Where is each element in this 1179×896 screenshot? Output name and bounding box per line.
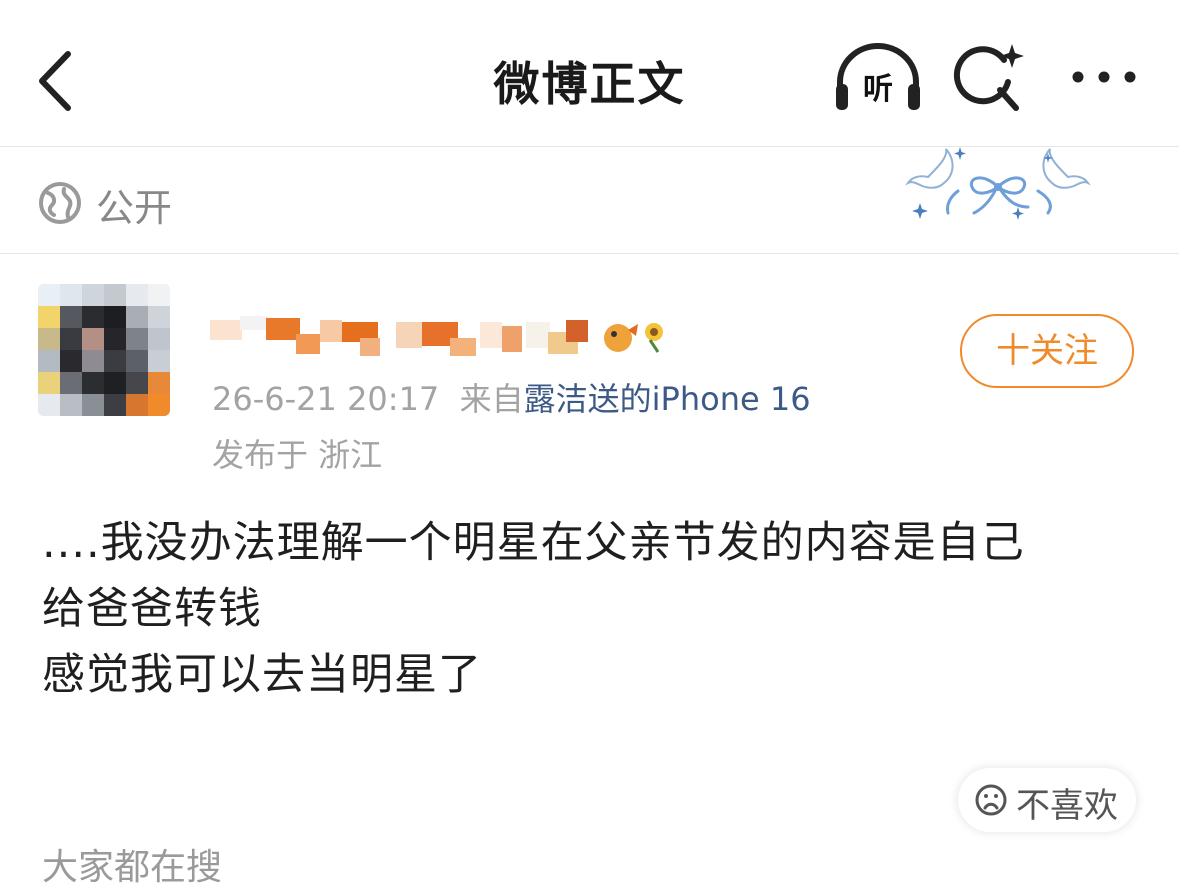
username-blurred[interactable] (210, 312, 670, 362)
dislike-face-icon (975, 784, 1007, 816)
post-location: 发布于 浙江 (212, 436, 383, 474)
listen-label: 听 (863, 72, 893, 107)
post-timestamp: 26-6-21 20:17 (212, 380, 440, 418)
trending-searches-title: 大家都在搜 (42, 847, 223, 888)
post-source-link[interactable]: 露洁送的iPhone 16 (524, 380, 811, 418)
more-button[interactable] (1066, 52, 1146, 102)
dislike-button[interactable]: 不喜欢 (958, 768, 1136, 832)
visibility-bar: 公开 (0, 147, 1179, 254)
dove-ribbon-decoration (905, 147, 1091, 220)
more-dots-icon (1072, 71, 1136, 83)
follow-button[interactable]: 十关注 (960, 314, 1134, 388)
avatar[interactable] (38, 284, 170, 416)
visibility-label: 公开 (96, 186, 173, 230)
post-meta: 26-6-21 20:17 来自露洁送的iPhone 16 (212, 374, 811, 420)
globe-icon (39, 182, 81, 224)
avatar-pixelated-image (38, 284, 170, 416)
search-sparkle-icon (953, 44, 1024, 111)
username-pixelated (210, 316, 663, 356)
post-text-line: ....我没办法理解一个明星在父亲节发的内容是自己 (42, 518, 1025, 568)
listen-button[interactable]: 听 (832, 38, 924, 118)
post-text-line: 给爸爸转钱 (42, 584, 262, 634)
post-text-line: 感觉我可以去当明星了 (42, 650, 482, 700)
top-navigation-bar: 微博正文 听 (0, 0, 1179, 147)
search-button[interactable] (952, 40, 1028, 116)
post-content: ....我没办法理解一个明星在父亲节发的内容是自己 给爸爸转钱 感觉我可以去当明… (42, 510, 1142, 708)
dislike-label: 不喜欢 (1016, 786, 1118, 826)
post-source-prefix: 来自 (459, 380, 524, 418)
